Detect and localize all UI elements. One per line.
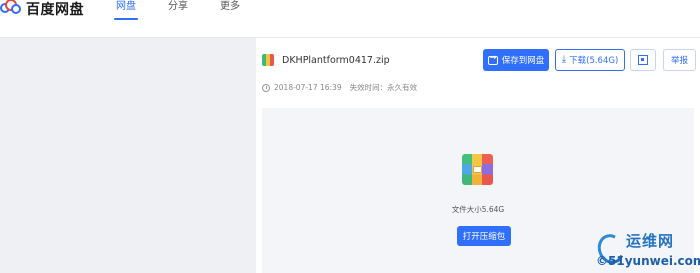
download-icon: ⤓ bbox=[561, 54, 567, 65]
open-archive-button[interactable]: 打开压缩包 bbox=[457, 226, 511, 246]
file-title-row: DKHPlantform0417.zip bbox=[262, 54, 390, 66]
top-bar: 百度网盘 网盘 分享 更多 bbox=[0, 0, 700, 38]
clock-icon bbox=[262, 83, 270, 92]
zip-archive-icon bbox=[462, 154, 493, 185]
zip-file-icon bbox=[262, 54, 274, 66]
share-date: 2018-07-17 16:39 bbox=[274, 83, 342, 92]
file-name: DKHPlantform0417.zip bbox=[282, 54, 390, 66]
watermark-domain: ©51yunwei.com bbox=[596, 254, 700, 268]
nav-item-share[interactable]: 分享 bbox=[168, 0, 188, 20]
watermark-logo: 运维网 ©51yunwei.com bbox=[593, 228, 700, 273]
save-to-netdisk-button[interactable]: 保存到网盘 bbox=[483, 49, 549, 71]
watermark-title: 运维网 bbox=[626, 232, 675, 250]
download-button[interactable]: ⤓ 下载(5.64G) bbox=[555, 49, 625, 71]
cloud-logo-icon bbox=[0, 0, 22, 17]
qr-code-button[interactable] bbox=[630, 49, 656, 71]
baidu-netdisk-logo[interactable]: 百度网盘 bbox=[0, 0, 84, 18]
nav-item-more[interactable]: 更多 bbox=[220, 0, 240, 20]
logo-text: 百度网盘 bbox=[26, 2, 84, 18]
download-button-label: 下载(5.64G) bbox=[569, 56, 619, 66]
save-icon bbox=[487, 53, 498, 65]
save-button-label: 保存到网盘 bbox=[501, 56, 545, 66]
file-size-text: 文件大小5.64G bbox=[451, 205, 505, 214]
main-nav: 网盘 分享 更多 bbox=[114, 0, 272, 20]
qr-code-icon bbox=[638, 55, 648, 65]
expiry-text: 失效时间：永久有效 bbox=[349, 83, 418, 92]
nav-item-netdisk[interactable]: 网盘 bbox=[114, 0, 138, 20]
file-meta: 2018-07-17 16:39 失效时间：永久有效 bbox=[262, 82, 417, 93]
report-button[interactable]: 举报 bbox=[663, 49, 696, 71]
